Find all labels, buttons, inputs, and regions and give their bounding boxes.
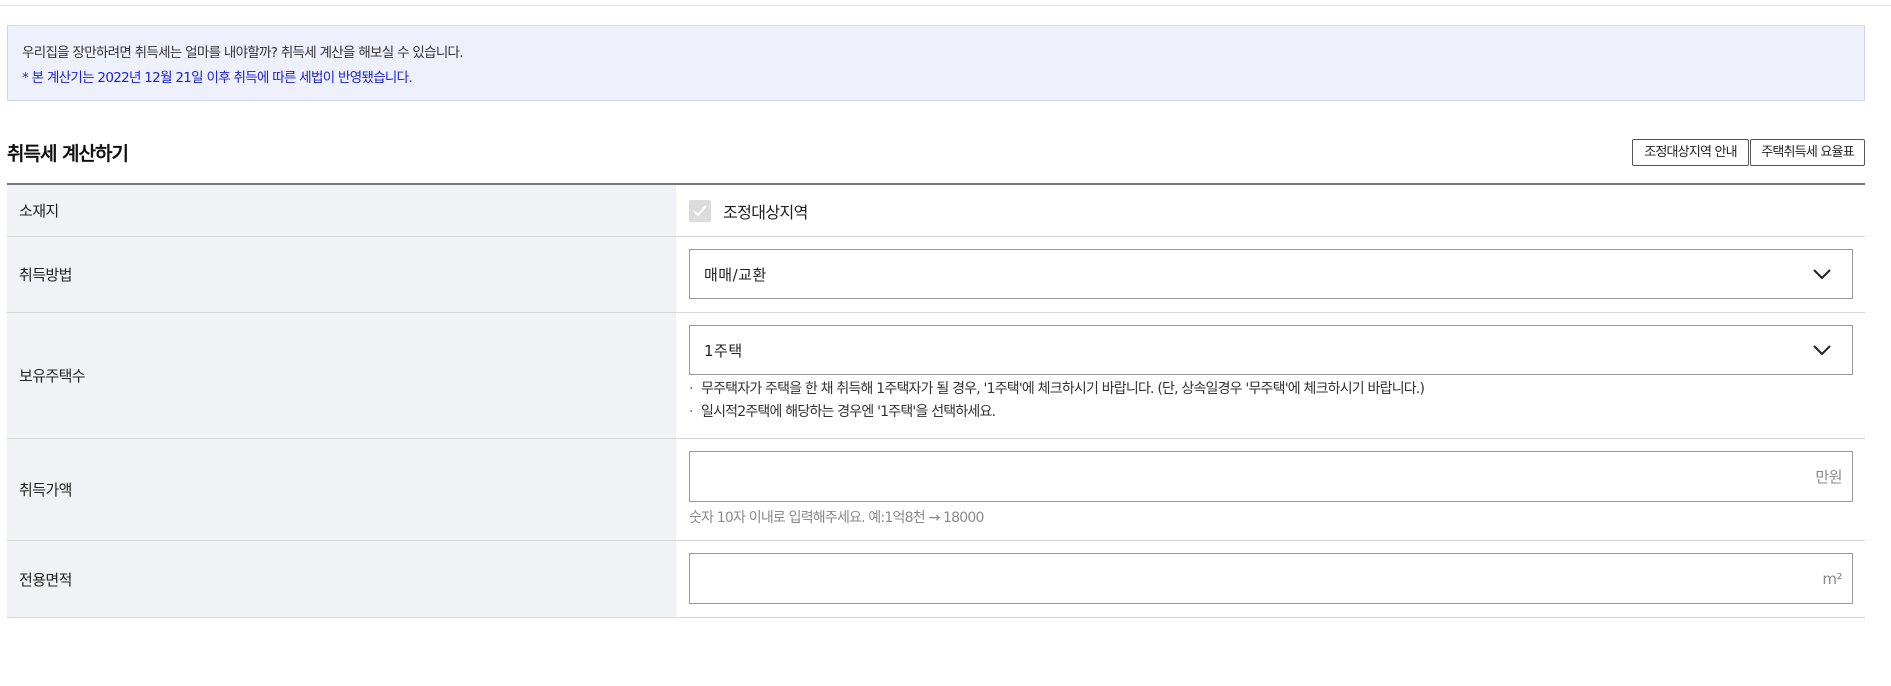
acquisition-price-row: 취득가액 만원 숫자 10자 이내로 입력해주세요. 예:1억8천 → 1800… [7,439,1865,541]
tax-rate-table-button[interactable]: 주택취득세 요율표 [1750,139,1865,166]
house-count-select[interactable]: 1주택 [689,325,1853,375]
acquisition-price-label: 취득가액 [7,439,676,540]
exclusive-area-label: 전용면적 [7,541,676,617]
acquisition-method-label: 취득방법 [7,237,676,312]
acquisition-price-hint: 숫자 10자 이내로 입력해주세요. 예:1억8천 → 18000 [689,510,984,526]
house-count-row: 보유주택수 1주택 · 무주택자가 주택을 한 채 취득해 1주택자가 될 경우,… [7,313,1865,439]
house-count-value: 1주택 [704,341,743,360]
location-cell: 조정대상지역 [676,185,1865,236]
top-divider [0,0,1891,6]
bullet: · [689,381,693,397]
note-text: 일시적2주택에 해당하는 경우엔 '1주택'을 선택하세요. [701,404,996,420]
note-text: 무주택자가 주택을 한 채 취득해 1주택자가 될 경우, '1주택'에 체크하… [701,381,1425,397]
house-count-label: 보유주택수 [7,313,676,438]
location-row: 소재지 조정대상지역 [7,185,1865,237]
house-count-cell: 1주택 · 무주택자가 주택을 한 채 취득해 1주택자가 될 경우, '1주택'… [676,313,1865,438]
notice-text: 우리집을 장만하려면 취득세는 얼마를 내야할까? 취득세 계산을 해보실 수 … [22,45,464,61]
acquisition-price-cell: 만원 숫자 10자 이내로 입력해주세요. 예:1억8천 → 18000 [676,439,1865,540]
check-icon [693,204,707,216]
house-count-notes: · 무주택자가 주택을 한 채 취득해 1주택자가 될 경우, '1주택'에 체크… [689,378,1853,424]
chevron-down-icon [1813,269,1831,280]
exclusive-area-input[interactable]: m² [689,553,1853,604]
acquisition-method-value: 매매/교환 [704,265,767,284]
house-count-note: · 무주택자가 주택을 한 채 취득해 1주택자가 될 경우, '1주택'에 체크… [689,378,1853,401]
area-unit: m² [1822,569,1842,588]
price-unit: 만원 [1815,468,1842,486]
bullet: · [689,404,693,420]
acquisition-method-cell: 매매/교환 [676,237,1865,312]
acquisition-tax-form: 소재지 조정대상지역 취득방법 매매/교환 보유주택수 1주택 · 무주택자가 … [7,183,1865,618]
regulated-area-checkbox[interactable] [689,199,711,222]
exclusive-area-row: 전용면적 m² [7,541,1865,618]
acquisition-price-input[interactable]: 만원 [689,451,1853,502]
location-label: 소재지 [7,185,676,236]
acquisition-method-select[interactable]: 매매/교환 [689,249,1853,299]
notice-highlight-text: * 본 계산기는 2022년 12월 21일 이후 취득에 따른 세법이 반영됐… [22,70,413,86]
exclusive-area-cell: m² [676,541,1865,617]
regulated-area-info-button[interactable]: 조정대상지역 안내 [1632,139,1749,166]
info-notice: 우리집을 장만하려면 취득세는 얼마를 내야할까? 취득세 계산을 해보실 수 … [7,25,1865,101]
house-count-note: · 일시적2주택에 해당하는 경우엔 '1주택'을 선택하세요. [689,401,1853,424]
chevron-down-icon [1813,345,1831,356]
section-title: 취득세 계산하기 [7,143,129,165]
regulated-area-checkbox-label[interactable]: 조정대상지역 [723,199,808,223]
acquisition-method-row: 취득방법 매매/교환 [7,237,1865,313]
